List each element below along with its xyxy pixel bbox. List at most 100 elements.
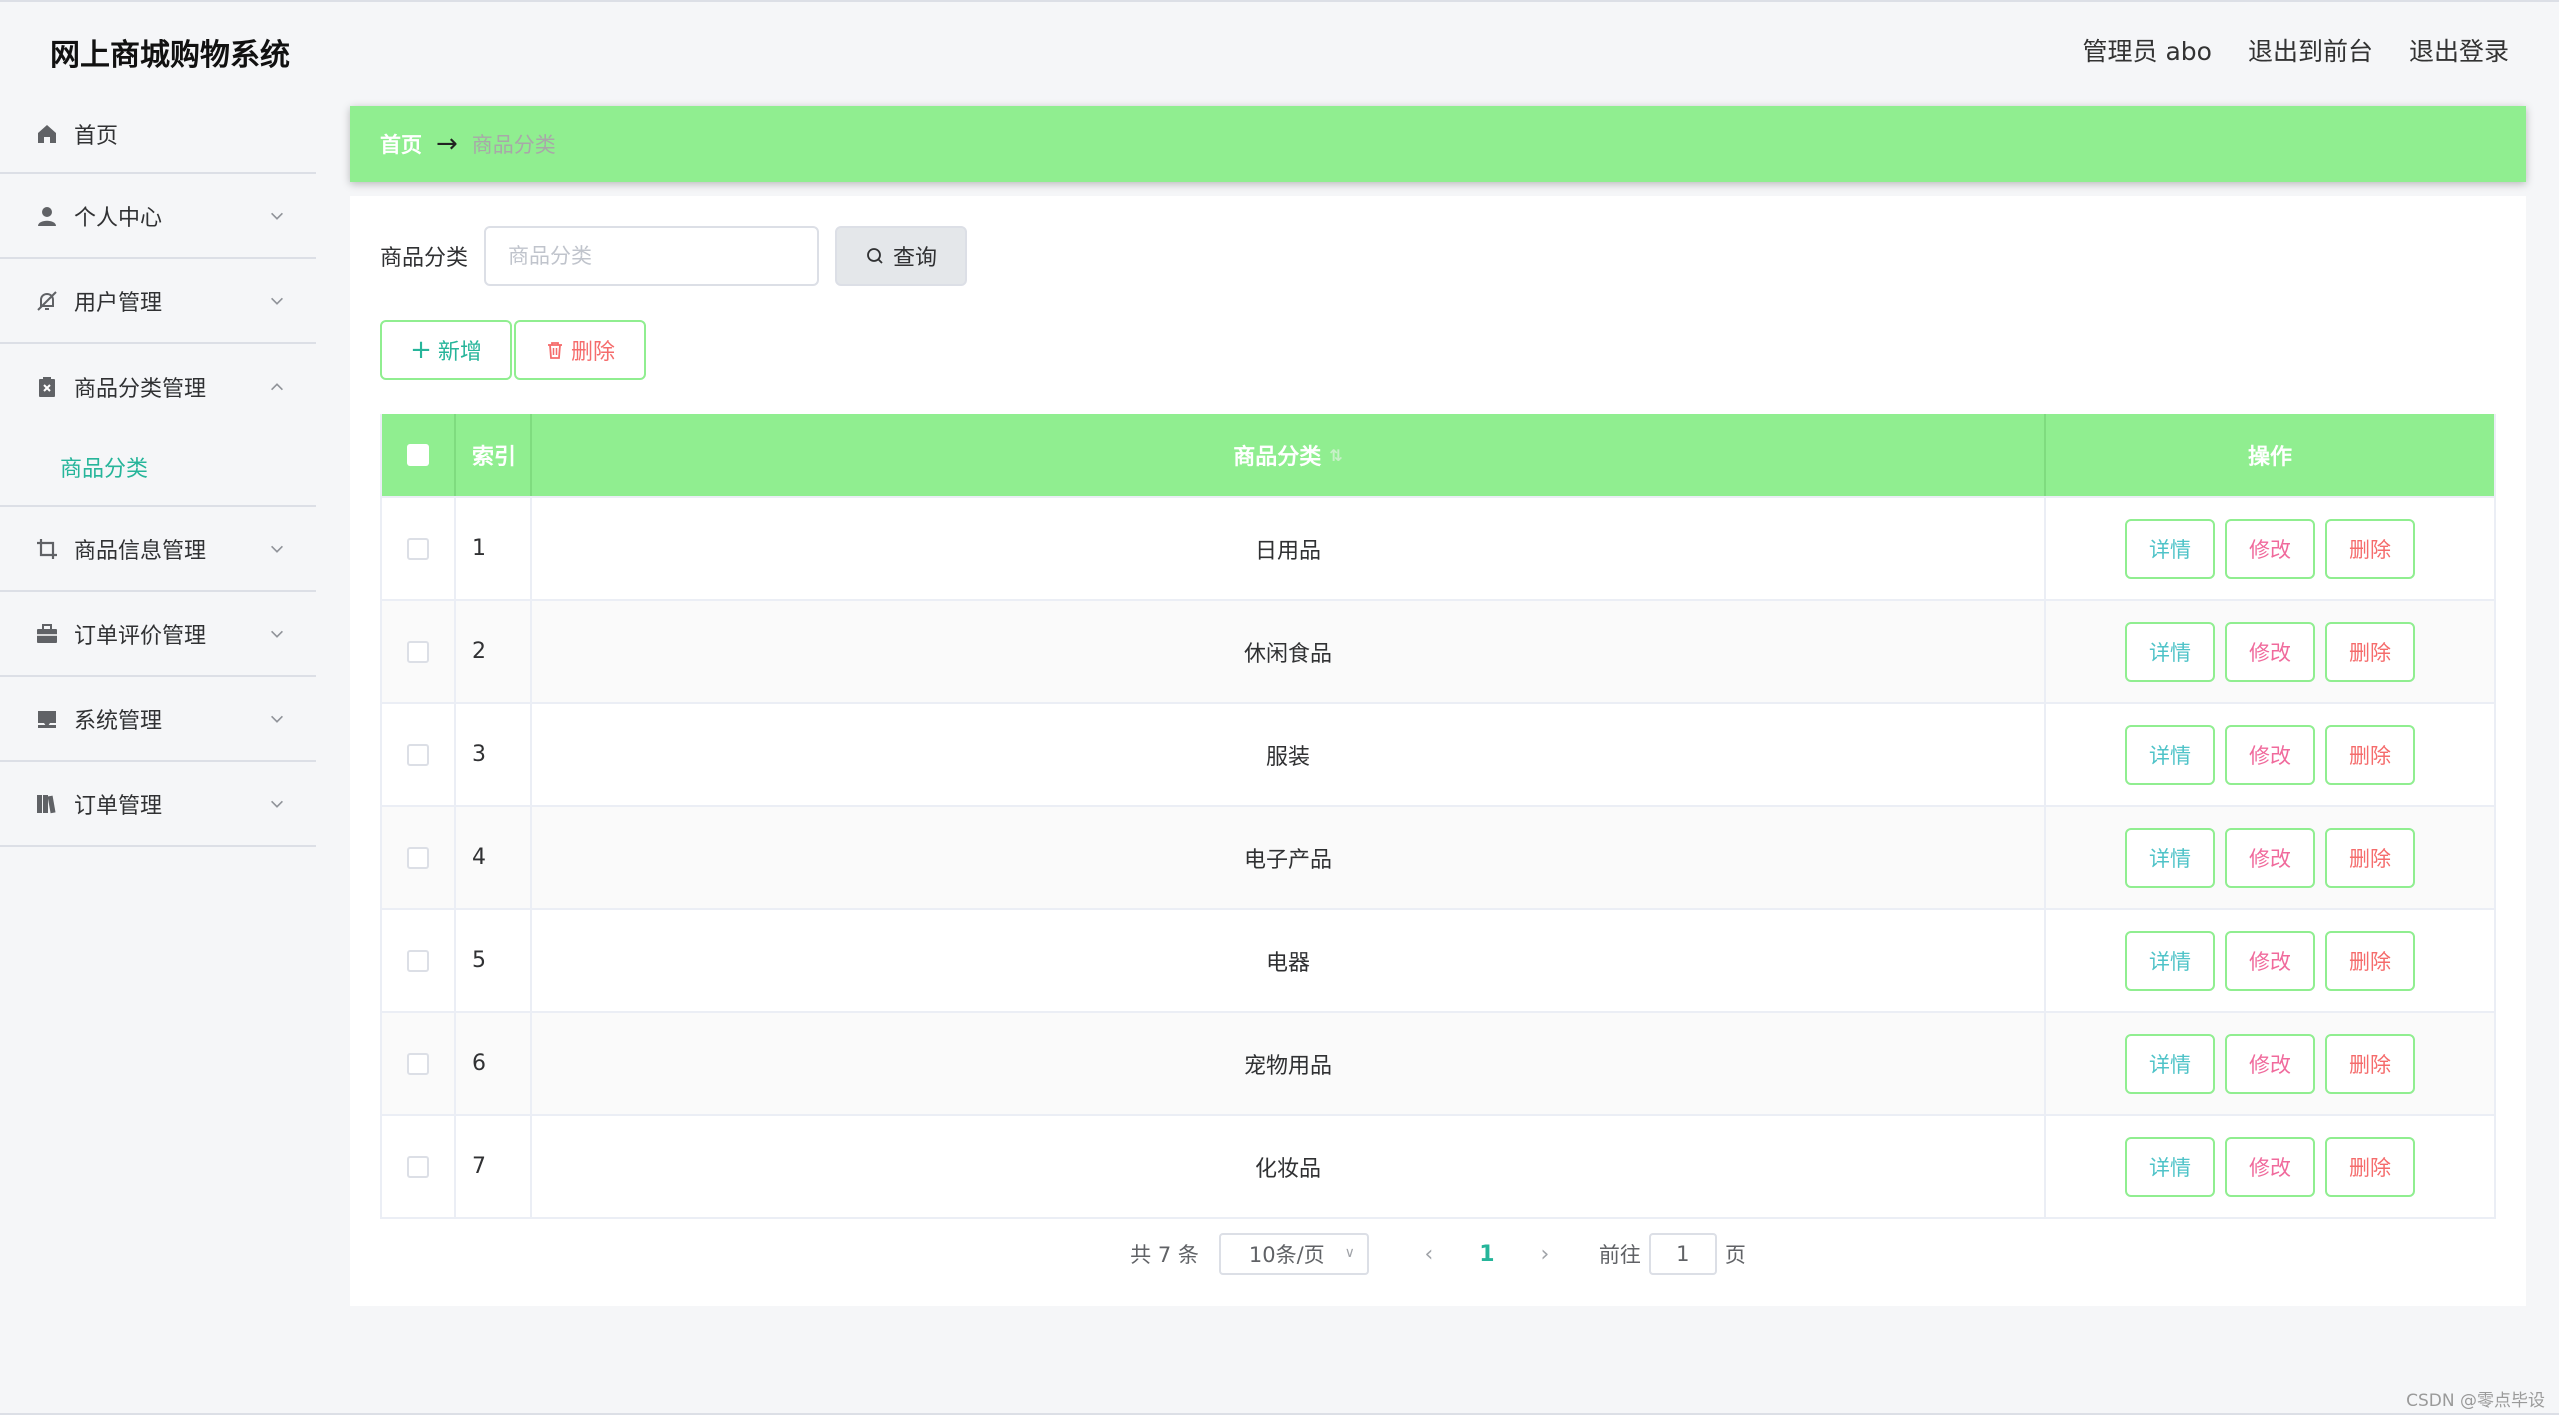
delete-button[interactable]: 删除 — [2325, 724, 2415, 785]
goto-page-input[interactable]: 1 — [1648, 1233, 1717, 1275]
chevron-down-icon — [271, 212, 283, 220]
row-checkbox[interactable] — [407, 537, 429, 560]
user-icon — [34, 203, 60, 229]
clipboard-x-icon — [34, 374, 60, 400]
sidebar-item-category-management[interactable]: 商品分类管理 — [0, 344, 316, 429]
select-all-checkbox[interactable] — [407, 444, 429, 466]
delete-button[interactable]: 删除 — [2325, 1033, 2415, 1094]
header-actions: 管理员 abo 退出到前台 退出登录 — [2083, 32, 2509, 68]
row-checkbox[interactable] — [407, 846, 429, 869]
row-actions: 详情 修改 删除 — [2046, 807, 2494, 908]
edit-button[interactable]: 修改 — [2225, 930, 2315, 991]
top-header: 网上商城购物系统 管理员 abo 退出到前台 退出登录 — [0, 0, 2559, 96]
row-actions: 详情 修改 删除 — [2046, 1013, 2494, 1114]
row-category-name: 电子产品 — [532, 807, 2046, 908]
sidebar-item-personal-center[interactable]: 个人中心 — [0, 174, 316, 259]
row-actions: 详情 修改 删除 — [2046, 498, 2494, 599]
row-category-name: 服装 — [532, 704, 2046, 805]
sidebar-item-system[interactable]: 系统管理 — [0, 677, 316, 762]
row-actions: 详情 修改 删除 — [2046, 704, 2494, 805]
row-checkbox[interactable] — [407, 1052, 429, 1075]
goto-label: 前往 — [1598, 1243, 1641, 1267]
table-body: 1 日用品 详情 修改 删除 2 休闲食品 详情 修改 删除 3 服装 详情 修… — [382, 496, 2494, 1217]
edit-button[interactable]: 修改 — [2225, 827, 2315, 888]
detail-button[interactable]: 详情 — [2125, 827, 2215, 888]
current-user: 管理员 abo — [2082, 37, 2212, 66]
delete-button[interactable]: 删除 — [2325, 827, 2415, 888]
edit-button[interactable]: 修改 — [2225, 621, 2315, 682]
detail-button[interactable]: 详情 — [2125, 518, 2215, 579]
page-suffix: 页 — [1724, 1243, 1746, 1267]
search-input[interactable] — [484, 226, 820, 286]
row-checkbox-cell — [382, 910, 456, 1011]
trash-icon — [547, 342, 562, 359]
delete-button[interactable]: 删除 — [2325, 518, 2415, 579]
next-page-button[interactable]: › — [1515, 1242, 1575, 1267]
chevron-down-icon — [271, 630, 283, 638]
row-category-name: 化妆品 — [532, 1116, 2046, 1217]
row-actions: 详情 修改 删除 — [2046, 601, 2494, 702]
logout-link[interactable]: 退出登录 — [2409, 32, 2509, 68]
column-header-name[interactable]: 商品分类 ⇅ — [532, 414, 2046, 496]
home-icon — [34, 121, 60, 147]
edit-button[interactable]: 修改 — [2225, 1136, 2315, 1197]
add-button[interactable]: + 新增 — [380, 320, 512, 380]
edit-button[interactable]: 修改 — [2225, 724, 2315, 785]
edit-button[interactable]: 修改 — [2225, 518, 2315, 579]
detail-button[interactable]: 详情 — [2125, 1033, 2215, 1094]
row-checkbox[interactable] — [407, 949, 429, 972]
row-index: 5 — [456, 910, 532, 1011]
breadcrumb-home[interactable]: 首页 — [380, 129, 422, 159]
row-checkbox-cell — [382, 601, 456, 702]
sidebar-item-order-management[interactable]: 订单管理 — [0, 762, 316, 847]
sidebar-item-product-info[interactable]: 商品信息管理 — [0, 507, 316, 592]
query-button[interactable]: 查询 — [835, 226, 968, 286]
breadcrumb: 首页 → 商品分类 — [350, 106, 2526, 182]
sidebar-item-label: 商品信息管理 — [74, 538, 207, 564]
row-category-name: 电器 — [532, 910, 2046, 1011]
batch-delete-button[interactable]: 删除 — [514, 320, 646, 380]
crop-icon — [34, 536, 60, 562]
app-title: 网上商城购物系统 — [50, 38, 290, 73]
row-checkbox[interactable] — [407, 640, 429, 663]
detail-button[interactable]: 详情 — [2125, 621, 2215, 682]
row-category-name: 日用品 — [532, 498, 2046, 599]
current-page[interactable]: 1 — [1459, 1242, 1515, 1267]
delete-button[interactable]: 删除 — [2325, 621, 2415, 682]
prev-page-button[interactable]: ‹ — [1399, 1242, 1459, 1267]
tray-icon — [34, 706, 60, 732]
row-actions: 详情 修改 删除 — [2046, 1116, 2494, 1217]
row-index: 1 — [456, 498, 532, 599]
row-index: 7 — [456, 1116, 532, 1217]
table-row: 2 休闲食品 详情 修改 删除 — [382, 599, 2494, 702]
goto-page-value: 1 — [1676, 1242, 1690, 1266]
exit-to-front-link[interactable]: 退出到前台 — [2248, 32, 2373, 68]
sidebar-item-user-management[interactable]: 用户管理 — [0, 259, 316, 344]
page-size-value: 10条/页 — [1248, 1243, 1325, 1267]
pagination-total: 共 7 条 — [1130, 1243, 1199, 1267]
sidebar-item-label: 个人中心 — [74, 205, 163, 231]
row-index: 4 — [456, 807, 532, 908]
table-row: 7 化妆品 详情 修改 删除 — [382, 1114, 2494, 1217]
sidebar-item-order-review[interactable]: 订单评价管理 — [0, 592, 316, 677]
books-icon — [34, 791, 60, 817]
sidebar-item-home[interactable]: 首页 — [0, 96, 316, 174]
detail-button[interactable]: 详情 — [2125, 930, 2215, 991]
page-size-select[interactable]: 10条/页 ∨ — [1218, 1233, 1369, 1275]
edit-button[interactable]: 修改 — [2225, 1033, 2315, 1094]
detail-button[interactable]: 详情 — [2125, 724, 2215, 785]
row-category-name: 休闲食品 — [532, 601, 2046, 702]
row-index: 6 — [456, 1013, 532, 1114]
delete-button[interactable]: 删除 — [2325, 1136, 2415, 1197]
watermark: CSDN @零点毕设 — [2406, 1391, 2545, 1411]
detail-button[interactable]: 详情 — [2125, 1136, 2215, 1197]
sidebar-item-label: 首页 — [74, 124, 119, 149]
add-button-label: 新增 — [437, 340, 482, 365]
sidebar-subitem-category[interactable]: 商品分类 — [0, 429, 316, 507]
row-checkbox[interactable] — [407, 743, 429, 766]
row-checkbox[interactable] — [407, 1155, 429, 1178]
bell-off-icon — [34, 288, 60, 314]
sort-icon[interactable]: ⇅ — [1329, 446, 1342, 465]
chevron-down-icon — [271, 715, 283, 723]
delete-button[interactable]: 删除 — [2325, 930, 2415, 991]
